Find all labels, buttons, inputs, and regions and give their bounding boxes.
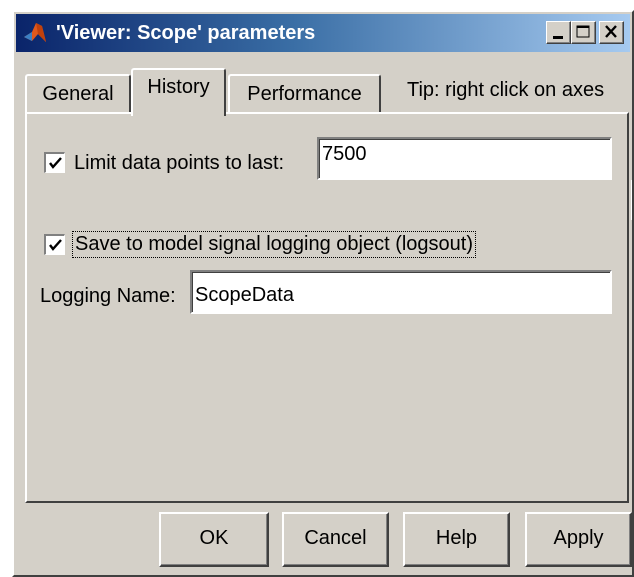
checkmark-icon xyxy=(49,157,62,169)
limit-data-points-label[interactable]: Limit data points to last: xyxy=(74,152,284,175)
checkmark-icon xyxy=(49,239,62,251)
panel-edge-line xyxy=(631,180,632,220)
minimize-icon xyxy=(553,36,563,39)
logging-name-input[interactable]: ScopeData xyxy=(190,270,612,314)
save-logging-checkbox[interactable] xyxy=(44,234,65,255)
maximize-icon xyxy=(576,25,590,38)
title-bar[interactable]: 'Viewer: Scope' parameters xyxy=(16,14,630,52)
apply-button[interactable]: Apply xyxy=(525,512,632,567)
cancel-button[interactable]: Cancel xyxy=(282,512,389,567)
tab-general[interactable]: General xyxy=(25,74,131,114)
tip-text: Tip: right click on axes xyxy=(407,79,605,101)
tab-performance[interactable]: Performance xyxy=(228,74,381,114)
matlab-icon xyxy=(24,23,46,42)
help-button[interactable]: Help xyxy=(403,512,510,567)
minimize-button[interactable] xyxy=(546,21,571,44)
tab-general-label: General xyxy=(42,83,114,105)
close-button[interactable] xyxy=(599,21,624,44)
dialog-window: 'Viewer: Scope' parameters General Histo… xyxy=(12,10,634,577)
ok-button[interactable]: OK xyxy=(159,512,269,567)
tab-history-label: History xyxy=(147,76,210,98)
limit-data-points-input[interactable]: 7500 xyxy=(317,137,612,180)
logging-name-label: Logging Name: xyxy=(40,285,176,307)
limit-data-points-checkbox[interactable] xyxy=(44,152,65,173)
maximize-button[interactable] xyxy=(571,21,596,44)
save-logging-label[interactable]: Save to model signal logging object (log… xyxy=(72,231,477,258)
tab-performance-label: Performance xyxy=(247,83,362,105)
window-title: 'Viewer: Scope' parameters xyxy=(56,22,316,44)
close-icon xyxy=(605,25,617,38)
tab-history[interactable]: History xyxy=(131,68,226,116)
